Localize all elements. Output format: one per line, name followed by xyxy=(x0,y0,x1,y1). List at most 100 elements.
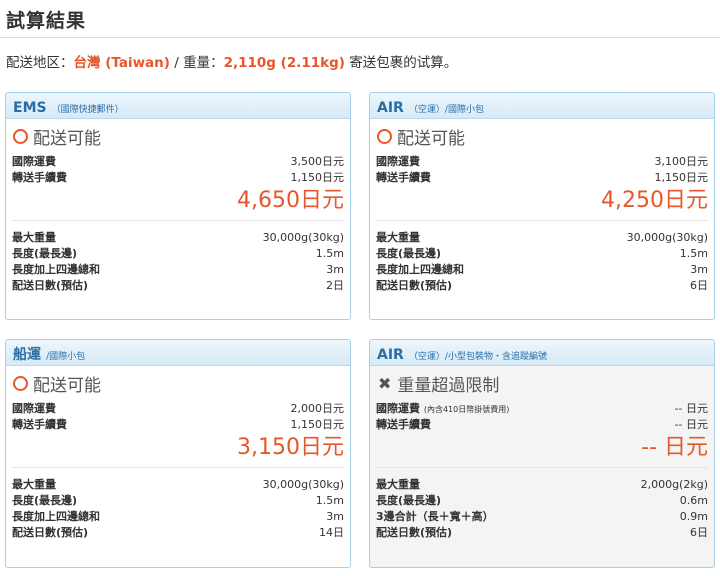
divider xyxy=(376,220,708,221)
shipping-card-sea: 船運 /國際小包 配送可能 國際運費 2,000日元 轉送手續費 1,150日元 3… xyxy=(5,339,351,568)
spec-label: 最大重量 xyxy=(376,478,420,491)
fee-label: 國際運費 xyxy=(12,402,56,415)
fee-value: 1,150日元 xyxy=(290,418,345,431)
page-title: 試算結果 xyxy=(6,10,87,32)
total-price: 4,250日元 xyxy=(601,188,708,213)
fee-value: 3,100日元 xyxy=(654,155,709,168)
spec-label: 配送日數(預估) xyxy=(376,526,453,539)
spec-label: 配送日數(預估) xyxy=(12,526,89,539)
spec-row: 最大重量 2,000g(2kg) xyxy=(376,476,708,492)
card-header: EMS （國際快捷郵件） xyxy=(6,93,350,119)
spec-label: 長度加上四邊總和 xyxy=(12,263,100,276)
status-text: 配送可能 xyxy=(33,128,101,149)
divider xyxy=(12,467,344,468)
card-header: 船運 /國際小包 xyxy=(6,340,350,366)
fee-row: 國際運費 3,500日元 xyxy=(12,153,344,169)
divider xyxy=(12,220,344,221)
spec-value: 1.5m xyxy=(315,246,344,260)
fee-row: 轉送手續費 1,150日元 xyxy=(376,169,708,185)
card-name: 船運 xyxy=(13,347,41,363)
fee-row: 國際運費 2,000日元 xyxy=(12,400,344,416)
spec-label: 長度(最長邊) xyxy=(376,247,442,260)
spec-value: 30,000g(30kg) xyxy=(262,477,344,491)
card-header: AIR （空運）/國際小包 xyxy=(370,93,714,119)
fee-row: 轉送手續費 1,150日元 xyxy=(12,416,344,432)
fee-label: 國際運費 xyxy=(376,155,420,168)
card-subtitle: /國際小包 xyxy=(46,352,86,362)
circle-icon xyxy=(13,128,28,144)
spec-row: 配送日數(預估) 14日 xyxy=(12,524,344,540)
status-text: 配送可能 xyxy=(397,128,465,149)
spec-row: 長度加上四邊總和 3m xyxy=(376,261,708,277)
card-name: EMS xyxy=(13,100,47,116)
circle-icon xyxy=(13,375,28,391)
spec-label: 配送日數(預估) xyxy=(12,279,89,292)
card-name: AIR xyxy=(377,347,404,363)
spec-label: 長度(最長邊) xyxy=(376,494,442,507)
circle-icon xyxy=(377,128,392,144)
spec-row: 長度加上四邊總和 3m xyxy=(12,261,344,277)
spec-row: 3邊合計（長＋寬＋高） 0.9m xyxy=(376,508,708,524)
spec-value: 6日 xyxy=(690,526,708,539)
fee-label: 國際運費 xyxy=(12,155,56,168)
summary-weight: 2,110g (2.11kg) xyxy=(223,55,345,71)
title-divider xyxy=(0,37,720,38)
fee-value: 1,150日元 xyxy=(290,171,345,184)
fee-row: 轉送手續費 1,150日元 xyxy=(12,169,344,185)
spec-label: 長度加上四邊總和 xyxy=(12,510,100,523)
cross-icon: ✖ xyxy=(378,373,392,393)
summary-line: 配送地区：台灣 (Taiwan) / 重量：2,110g (2.11kg) 寄送… xyxy=(6,51,457,71)
card-subtitle: （空運）/國際小包 xyxy=(408,105,484,115)
spec-row: 配送日數(預估) 2日 xyxy=(12,277,344,293)
spec-row: 最大重量 30,000g(30kg) xyxy=(12,229,344,245)
spec-label: 長度(最長邊) xyxy=(12,494,78,507)
total-price: 4,650日元 xyxy=(237,188,344,213)
shipping-card-air-small-package: AIR （空運）/小型包裝物・含追蹤編號 ✖ 重量超過限制 國際運費 (內含41… xyxy=(369,339,715,568)
fee-label: 轉送手續費 xyxy=(12,171,67,184)
summary-weight-label: / 重量： xyxy=(169,55,224,71)
spec-row: 長度加上四邊總和 3m xyxy=(12,508,344,524)
fee-label: 國際運費 (內含410日幣掛號費用) xyxy=(376,400,509,416)
spec-row: 長度(最長邊) 1.5m xyxy=(12,245,344,261)
spec-value: 0.6m xyxy=(679,493,708,507)
fee-value: 1,150日元 xyxy=(654,171,709,184)
fee-value: 2,000日元 xyxy=(290,402,345,415)
divider xyxy=(376,467,708,468)
status-text: 重量超過限制 xyxy=(397,375,500,396)
fee-row: 國際運費 3,100日元 xyxy=(376,153,708,169)
shipping-card-ems: EMS （國際快捷郵件） 配送可能 國際運費 3,500日元 轉送手續費 1,150… xyxy=(5,92,351,320)
spec-value: 1.5m xyxy=(315,493,344,507)
spec-label: 最大重量 xyxy=(12,478,56,491)
fee-row: 國際運費 (內含410日幣掛號費用) -- 日元 xyxy=(376,400,708,416)
spec-row: 長度(最長邊) 1.5m xyxy=(376,245,708,261)
status-line: 配送可能 xyxy=(376,119,708,153)
spec-value: 30,000g(30kg) xyxy=(262,230,344,244)
spec-label: 最大重量 xyxy=(12,231,56,244)
spec-label: 3邊合計（長＋寬＋高） xyxy=(376,510,494,523)
summary-prefix: 配送地区： xyxy=(6,55,74,71)
spec-value: 2日 xyxy=(326,279,344,292)
status-line: 配送可能 xyxy=(12,366,344,400)
total-price: 3,150日元 xyxy=(237,435,344,460)
spec-value: 14日 xyxy=(319,526,344,539)
spec-label: 長度(最長邊) xyxy=(12,247,78,260)
spec-row: 配送日數(預估) 6日 xyxy=(376,524,708,540)
card-header: AIR （空運）/小型包裝物・含追蹤編號 xyxy=(370,340,714,366)
fee-label: 轉送手續費 xyxy=(376,171,431,184)
status-line: ✖ 重量超過限制 xyxy=(376,366,708,400)
status-line: 配送可能 xyxy=(12,119,344,153)
fee-value: -- 日元 xyxy=(674,418,708,431)
spec-value: 6日 xyxy=(690,279,708,292)
spec-value: 1.5m xyxy=(679,246,708,260)
spec-row: 長度(最長邊) 0.6m xyxy=(376,492,708,508)
fee-label: 轉送手續費 xyxy=(12,418,67,431)
spec-value: 2,000g(2kg) xyxy=(640,477,708,491)
status-text: 配送可能 xyxy=(33,375,101,396)
spec-value: 3m xyxy=(326,262,344,276)
spec-label: 最大重量 xyxy=(376,231,420,244)
spec-value: 30,000g(30kg) xyxy=(626,230,708,244)
fee-value: 3,500日元 xyxy=(290,155,345,168)
spec-value: 3m xyxy=(690,262,708,276)
spec-label: 長度加上四邊總和 xyxy=(376,263,464,276)
fee-value: -- 日元 xyxy=(674,402,708,415)
